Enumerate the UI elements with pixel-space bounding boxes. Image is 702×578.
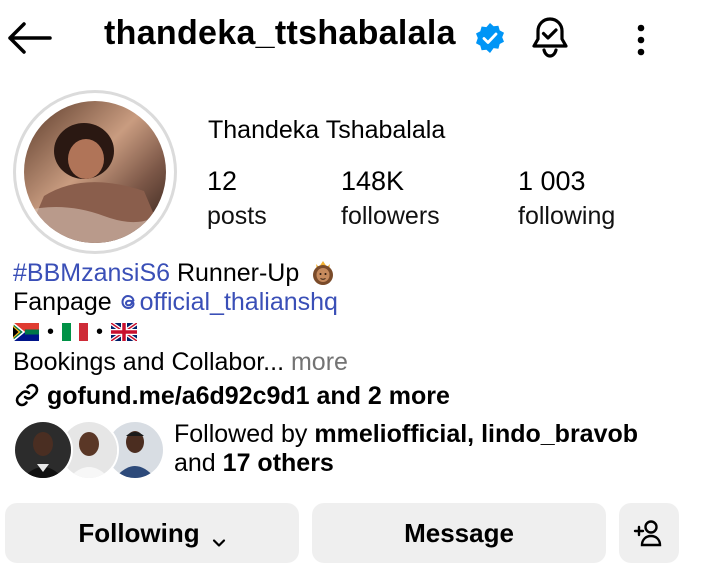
notification-bell-check-icon[interactable]: [528, 14, 572, 60]
following-button[interactable]: Following: [5, 503, 299, 563]
south-africa-flag-icon: [12, 319, 39, 343]
followed-by-others: 17 others: [222, 449, 334, 477]
message-button-label: Message: [404, 517, 514, 548]
threads-mention-text: official_thalianshq: [139, 288, 338, 316]
flag-separator: •: [47, 321, 55, 343]
princess-emoji-icon: [310, 257, 336, 292]
more-options-icon[interactable]: [626, 20, 656, 60]
following-label[interactable]: following: [518, 202, 615, 231]
bio-more-button[interactable]: more: [284, 348, 348, 376]
back-arrow-icon[interactable]: [6, 20, 52, 56]
mutual-followers-avatars[interactable]: [13, 420, 165, 480]
profile-link[interactable]: gofund.me/a6d92c9d1 and 2 more: [13, 381, 450, 411]
add-user-icon: [633, 518, 665, 548]
following-count[interactable]: 1 003: [518, 166, 586, 197]
profile-avatar[interactable]: [24, 101, 166, 243]
italy-flag-icon: [62, 319, 89, 341]
bio-bookings-line: Bookings and Collabor... more: [13, 348, 348, 377]
bio-flags-row: • •: [12, 318, 139, 348]
bio-runner-up-text: Runner-Up: [170, 259, 300, 287]
bio-line-runner-up: #BBMzansiS6 Runner-Up: [13, 257, 336, 292]
threads-mention-link[interactable]: official_thalianshq: [119, 288, 338, 316]
following-button-label: Following: [78, 517, 200, 548]
uk-flag-icon: [109, 319, 139, 343]
followers-count[interactable]: 148K: [341, 166, 404, 197]
followed-by-and: and: [174, 449, 223, 477]
mutual-follower-avatar: [13, 420, 73, 480]
display-name: Thandeka Tshabalala: [208, 116, 446, 144]
flag-separator: •: [96, 321, 104, 343]
posts-label[interactable]: posts: [207, 202, 267, 231]
posts-count[interactable]: 12: [207, 166, 237, 197]
chevron-down-icon: [212, 526, 226, 547]
profile-link-text: gofund.me/a6d92c9d1 and 2 more: [47, 382, 450, 410]
threads-icon: [119, 291, 139, 320]
followed-by-prefix: Followed by: [174, 420, 315, 448]
verified-badge-icon: [474, 22, 506, 54]
link-icon: [13, 381, 41, 409]
followers-label[interactable]: followers: [341, 202, 440, 231]
bio-line-fanpage: Fanpage official_thalianshq: [13, 288, 338, 320]
followed-by-names: mmeliofficial, lindo_bravob: [314, 420, 639, 448]
suggested-users-button[interactable]: [619, 503, 679, 563]
bio-bookings-text: Bookings and Collabor...: [13, 348, 285, 376]
bio-fanpage-text: Fanpage: [13, 288, 119, 316]
followed-by-text[interactable]: Followed by mmeliofficial, lindo_bravob …: [174, 420, 638, 478]
profile-username: thandeka_ttshabalala: [104, 14, 456, 52]
message-button[interactable]: Message: [312, 503, 606, 563]
bio-hashtag[interactable]: #BBMzansiS6: [13, 259, 170, 287]
